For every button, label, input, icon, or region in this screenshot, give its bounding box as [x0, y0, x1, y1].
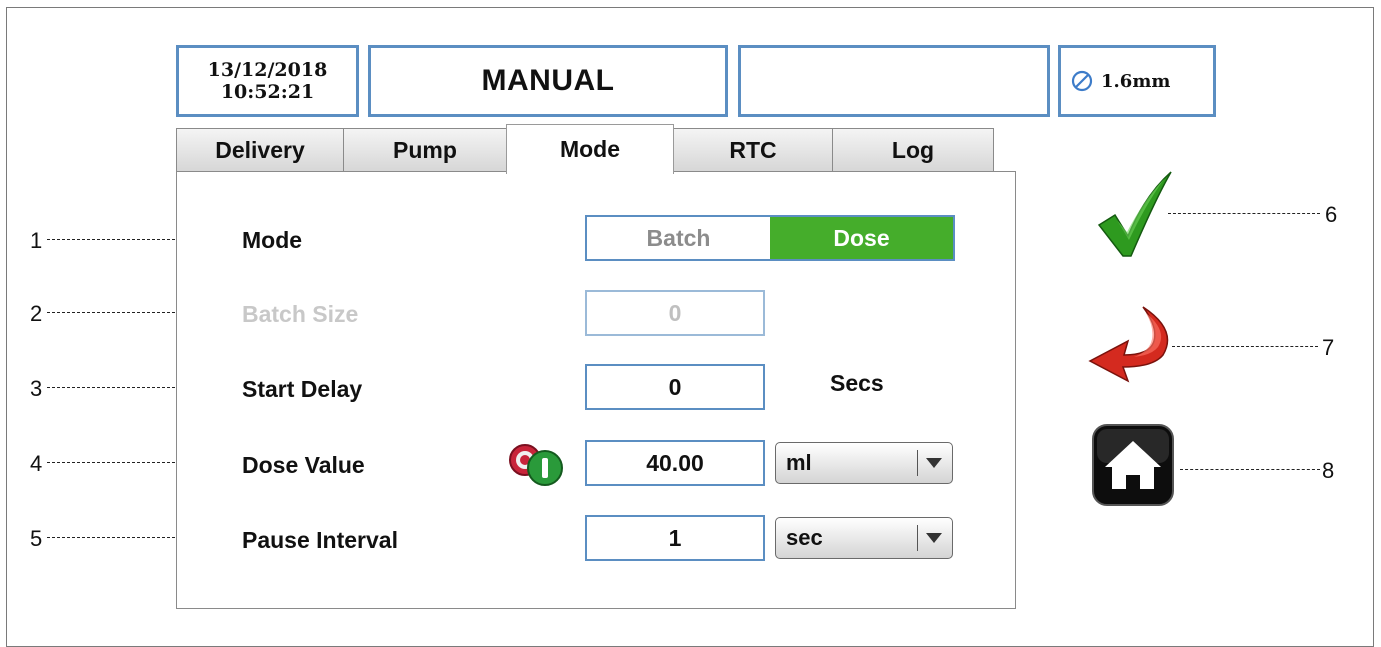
dose-unit-value: ml — [786, 450, 812, 475]
callout-number: 4 — [30, 451, 43, 476]
pause-interval-label: Pause Interval — [242, 527, 398, 553]
pause-unit-value: sec — [786, 525, 823, 550]
tube-size-display: 1.6mm — [1058, 45, 1216, 117]
mode-option-dose[interactable]: Dose — [770, 217, 953, 259]
datetime-display: 13/12/2018 10:52:21 — [176, 45, 359, 117]
date-text: 13/12/2018 — [207, 59, 328, 81]
dropdown-divider — [917, 450, 918, 476]
callout-number: 7 — [1322, 335, 1335, 360]
callout-leader-line — [1180, 469, 1320, 470]
pause-unit-dropdown[interactable]: sec — [775, 517, 953, 559]
tab-pump[interactable]: Pump — [343, 128, 507, 172]
chevron-down-icon — [926, 533, 942, 543]
dropdown-divider — [917, 525, 918, 551]
start-delay-label: Start Delay — [242, 376, 363, 402]
home-icon[interactable] — [1091, 423, 1175, 512]
back-arrow-icon[interactable] — [1088, 305, 1180, 390]
tab-rtc[interactable]: RTC — [673, 128, 833, 172]
checkmark-icon[interactable] — [1095, 170, 1175, 265]
tab-delivery[interactable]: Delivery — [176, 128, 344, 172]
mode-option-batch[interactable]: Batch — [587, 217, 770, 259]
callout-number: 2 — [30, 301, 43, 326]
start-delay-input[interactable]: 0 — [585, 364, 765, 410]
time-text: 10:52:21 — [220, 81, 315, 103]
chevron-down-icon — [926, 458, 942, 468]
dose-unit-dropdown[interactable]: ml — [775, 442, 953, 484]
callout-leader-line — [1172, 346, 1318, 347]
pause-interval-input[interactable]: 1 — [585, 515, 765, 561]
tube-size-text: 1.6mm — [1101, 70, 1171, 92]
batch-size-label: Batch Size — [242, 301, 359, 327]
mode-label: Mode — [242, 227, 303, 253]
callout-number: 8 — [1322, 458, 1335, 483]
status-message-box — [738, 45, 1050, 117]
tab-mode[interactable]: Mode — [506, 124, 674, 174]
dose-value-input[interactable]: 40.00 — [585, 440, 765, 486]
mode-segmented-control[interactable]: Batch Dose — [585, 215, 955, 261]
callout-number: 1 — [30, 228, 43, 253]
no-symbol-icon — [1071, 70, 1093, 92]
callout-leader-line — [1168, 213, 1320, 214]
dose-value-label: Dose Value — [242, 452, 365, 478]
callout-number: 3 — [30, 376, 43, 401]
operating-mode-title: MANUAL — [368, 45, 728, 117]
batch-size-input[interactable]: 0 — [585, 290, 765, 336]
calibrate-indicator-icon[interactable] — [505, 440, 577, 495]
start-delay-unit: Secs — [830, 370, 884, 396]
callout-number: 6 — [1325, 202, 1338, 227]
tab-log[interactable]: Log — [832, 128, 994, 172]
callout-number: 5 — [30, 526, 43, 551]
